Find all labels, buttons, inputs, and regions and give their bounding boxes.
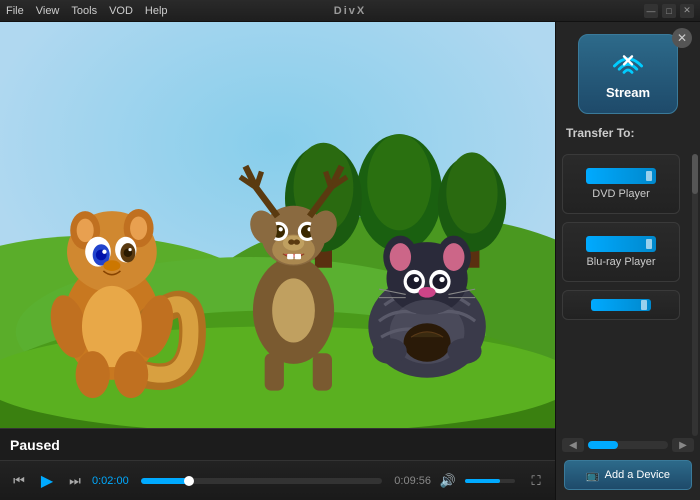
horizontal-scroll-thumb[interactable] — [588, 441, 618, 449]
menu-tools[interactable]: Tools — [71, 5, 97, 17]
transfer-section: Transfer To: — [556, 122, 700, 154]
close-right-panel-button[interactable]: ✕ — [672, 28, 692, 48]
previous-button[interactable]: ⏮ — [8, 470, 30, 492]
video-area[interactable] — [0, 22, 555, 428]
maximize-button[interactable]: □ — [662, 4, 676, 18]
add-device-icon: 📺 — [586, 469, 600, 482]
add-device-label: Add a Device — [605, 469, 670, 481]
menu-file[interactable]: File — [6, 5, 24, 17]
partial-device-item[interactable] — [562, 290, 680, 320]
scroll-left-button[interactable]: ◀ — [562, 438, 584, 452]
devices-scrollbar-thumb[interactable] — [692, 154, 698, 194]
bluray-player-item[interactable]: Blu-ray Player — [562, 222, 680, 282]
window-controls: — □ ✕ — [644, 4, 694, 18]
main-layout: Paused ⏮ ▶ ⏭ 0:02:00 0:09:56 🔊 — [0, 22, 700, 500]
add-device-button[interactable]: 📺 Add a Device — [564, 460, 692, 490]
dvd-label: DVD Player — [592, 188, 649, 200]
controls-bar: ⏮ ▶ ⏭ 0:02:00 0:09:56 🔊 ⛶ — [0, 460, 555, 500]
close-button[interactable]: ✕ — [680, 4, 694, 18]
playback-status: Paused — [10, 437, 60, 453]
menu-bar: File View Tools VOD Help — [6, 5, 168, 17]
menu-view[interactable]: View — [36, 5, 60, 17]
volume-slider[interactable] — [465, 479, 515, 483]
progress-bar[interactable] — [141, 478, 383, 484]
left-panel: Paused ⏮ ▶ ⏭ 0:02:00 0:09:56 🔊 — [0, 22, 555, 500]
right-panel: ✕ Stream Transfer To: DVD Player — [555, 22, 700, 500]
partial-device-icon — [591, 299, 651, 311]
transfer-title: Transfer To: — [566, 126, 690, 140]
video-scene — [0, 22, 555, 428]
stream-button[interactable]: Stream — [578, 34, 678, 114]
dvd-icon — [586, 168, 656, 184]
devices-scrollbar[interactable] — [692, 154, 698, 436]
progress-fill — [141, 478, 189, 484]
title-bar: File View Tools VOD Help DivX — □ ✕ — [0, 0, 700, 22]
play-pause-button[interactable]: ▶ — [36, 470, 58, 492]
scroll-arrows: ◀ ▶ — [556, 436, 700, 454]
stream-icon — [608, 49, 648, 79]
volume-area — [465, 479, 515, 483]
stream-label: Stream — [606, 85, 650, 100]
progress-handle[interactable] — [184, 476, 194, 486]
volume-fill — [465, 479, 500, 483]
dvd-player-item[interactable]: DVD Player — [562, 154, 680, 214]
menu-help[interactable]: Help — [145, 5, 168, 17]
bluray-icon — [586, 236, 656, 252]
bluray-label: Blu-ray Player — [586, 256, 655, 268]
horizontal-scrollbar[interactable] — [588, 441, 668, 449]
next-button[interactable]: ⏭ — [64, 470, 86, 492]
volume-button[interactable]: 🔊 — [437, 470, 459, 492]
app-title: DivX — [334, 5, 366, 17]
time-total: 0:09:56 — [394, 475, 431, 487]
devices-list: DVD Player Blu-ray Player — [556, 154, 700, 436]
status-bar: Paused — [0, 428, 555, 460]
minimize-button[interactable]: — — [644, 4, 658, 18]
time-current: 0:02:00 — [92, 475, 129, 487]
fullscreen-button[interactable]: ⛶ — [525, 470, 547, 492]
menu-vod[interactable]: VOD — [109, 5, 133, 17]
scroll-right-button[interactable]: ▶ — [672, 438, 694, 452]
